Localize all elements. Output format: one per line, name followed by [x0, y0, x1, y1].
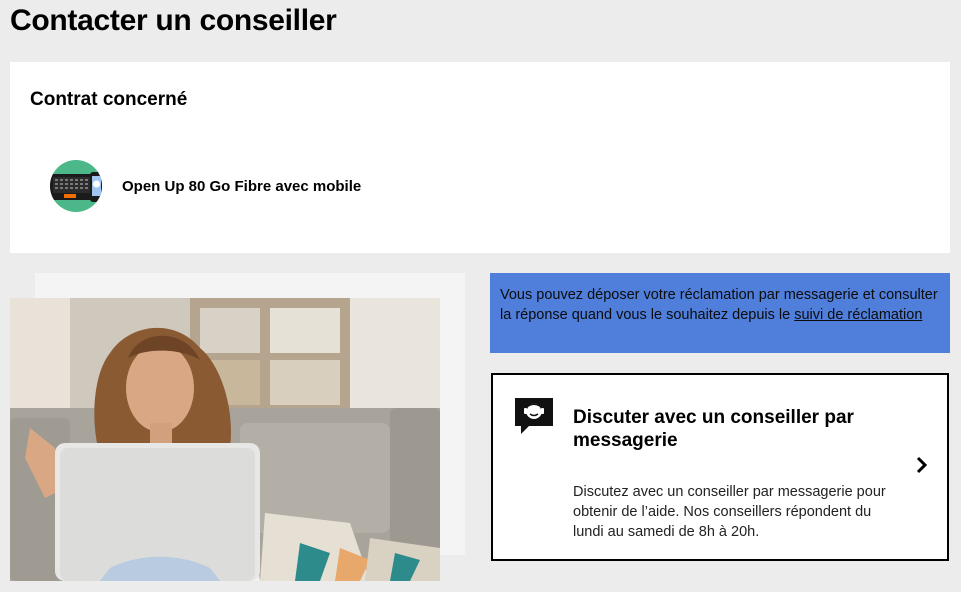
chat-advisor-card[interactable]: Discuter avec un conseiller par messager…	[491, 373, 949, 561]
chat-title: Discuter avec un conseiller par messager…	[573, 407, 854, 451]
chat-advisor-icon	[513, 396, 555, 436]
contract-item[interactable]: Open Up 80 Go Fibre avec mobile	[50, 159, 361, 213]
contract-heading: Contrat concerné	[30, 89, 188, 110]
laptop-phone-icon	[50, 160, 102, 212]
chevron-right-icon[interactable]	[915, 455, 929, 475]
chat-description: Discutez avec un conseiller par messager…	[573, 484, 886, 540]
woman-laptop-photo	[10, 298, 440, 581]
contract-card: Contrat concerné Open Up 80 Go Fibre ave…	[10, 62, 950, 253]
complaint-info-box: Vous pouvez déposer votre réclamation pa…	[490, 273, 950, 353]
complaint-tracking-link[interactable]: suivi de réclamation	[794, 307, 922, 323]
page-title: Contacter un conseiller	[10, 4, 337, 37]
contract-name: Open Up 80 Go Fibre avec mobile	[122, 177, 362, 195]
